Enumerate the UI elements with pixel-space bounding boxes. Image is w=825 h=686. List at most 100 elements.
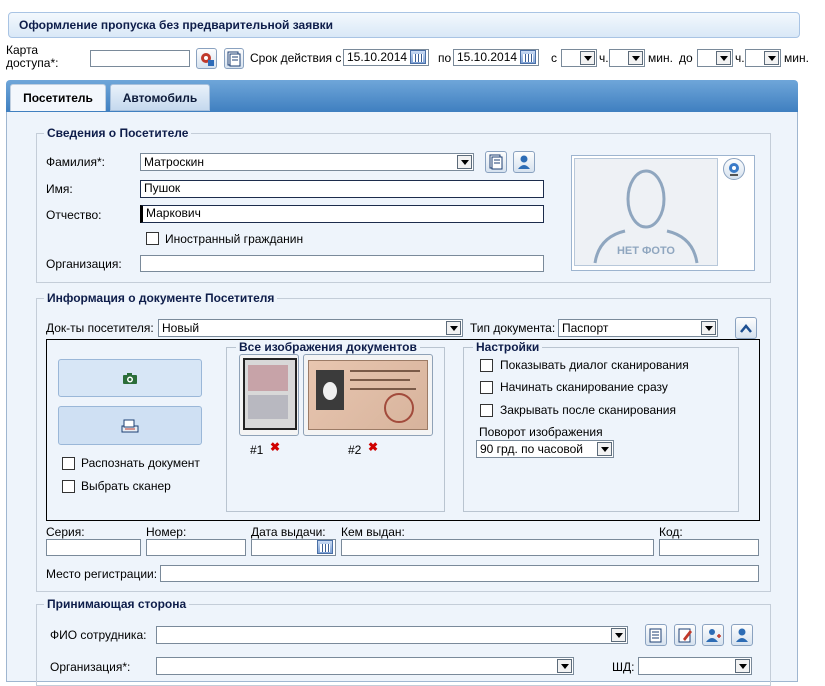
rotation-label: Поворот изображения [479,425,603,439]
foreign-label: Иностранный гражданин [165,232,304,246]
series-input[interactable] [46,539,141,556]
to-label: по [438,51,452,65]
surname-select[interactable]: Матроскин [140,153,474,171]
surname-label: Фамилия*: [46,155,105,169]
recognize-checkbox[interactable] [62,457,75,470]
images-legend: Все изображения документов [236,340,420,354]
minutes-label: мин. [648,51,673,65]
series-label: Серия: [46,525,85,539]
start-immediately-checkbox[interactable] [480,381,493,394]
scan-camera-button[interactable] [58,359,202,397]
number-label: Номер: [146,525,187,539]
chevron-down-icon [446,321,461,335]
shd-select[interactable] [638,657,752,675]
number-input[interactable] [146,539,246,556]
rotation-value: 90 грд. по часовой [480,442,583,456]
issued-by-input[interactable] [341,539,654,556]
calendar-icon[interactable] [520,50,536,64]
calendar-icon[interactable] [410,50,426,64]
org-label: Организация: [46,257,122,271]
org-input[interactable] [140,255,544,272]
to-hour-select[interactable] [697,49,733,67]
setting-label: Начинать сканирование сразу [500,380,668,394]
name-input[interactable]: Пушок [140,180,544,198]
doc-type-select[interactable]: Паспорт [558,319,718,337]
show-dialog-checkbox[interactable] [480,359,493,372]
host-org-label: Организация*: [50,660,131,674]
image-2-label: #2 [348,443,362,457]
document-thumbnail-1[interactable] [239,354,299,436]
scanner-button[interactable] [58,406,202,445]
issued-by-label: Кем выдан: [341,525,405,539]
foreign-checkbox[interactable] [146,232,159,245]
choose-scanner-label: Выбрать сканер [81,479,171,493]
chevron-down-icon [701,321,716,335]
host-org-select[interactable] [156,657,574,675]
choose-scanner-checkbox[interactable] [62,480,75,493]
to-minute-select[interactable] [745,49,781,67]
card-read-icon[interactable] [196,48,217,69]
calendar-icon[interactable] [317,540,333,554]
setting-label: Показывать диалог сканирования [500,358,689,372]
registration-label: Место регистрации: [46,567,158,581]
image-1-label: #1 [250,443,264,457]
list-icon[interactable] [645,624,667,646]
rotation-select[interactable]: 90 грд. по часовой [476,440,614,458]
person-icon[interactable] [731,624,753,646]
chevron-down-icon [628,51,643,65]
patronymic-label: Отчество: [46,208,102,222]
issue-date-label: Дата выдачи: [251,525,326,539]
code-input[interactable] [659,539,759,556]
document-thumbnail-2[interactable] [303,354,433,436]
photo-placeholder: НЕТ ФОТО [574,158,718,266]
employee-label: ФИО сотрудника: [50,628,147,642]
chevron-down-icon [580,51,595,65]
surname-value: Матроскин [144,155,204,169]
webcam-icon[interactable] [723,158,745,180]
document-legend: Информация о документе Посетителя [44,291,278,305]
from-hour-select[interactable] [561,49,597,67]
tab-bar: Посетитель Автомобиль [6,80,798,112]
docs-select[interactable]: Новый [158,319,463,337]
tab-visitor[interactable]: Посетитель [10,84,106,111]
settings-legend: Настройки [473,340,543,354]
no-photo-text: НЕТ ФОТО [616,245,675,257]
employee-select[interactable] [156,626,628,644]
card-input[interactable] [90,50,190,67]
collapse-up-icon[interactable] [735,317,757,339]
page-title: Оформление пропуска без предварительной … [19,18,333,32]
document-icon[interactable] [485,151,507,173]
card-label: Карта доступа*: [6,43,59,70]
minutes-label: мин. [784,51,809,65]
edit-icon[interactable] [674,624,696,646]
page-title-bar: Оформление пропуска без предварительной … [8,12,800,38]
name-label: Имя: [46,182,73,196]
hours-label: ч. [735,51,745,65]
doc-type-label: Тип документа: [470,321,556,335]
document-icon[interactable] [224,48,244,69]
scanner-icon [121,419,139,432]
chevron-down-icon [716,51,731,65]
tab-car[interactable]: Автомобиль [110,84,210,111]
shd-label: ШД: [612,660,635,674]
recognize-label: Распознать документ [81,456,200,470]
code-label: Код: [659,525,683,539]
close-after-checkbox[interactable] [480,404,493,417]
delete-icon[interactable]: ✖ [368,440,378,454]
chevron-down-icon [557,659,572,673]
add-user-icon[interactable] [702,624,724,646]
hours-label: ч. [599,51,609,65]
patronymic-input[interactable]: Маркович [140,205,544,223]
delete-icon[interactable]: ✖ [270,440,280,454]
chevron-down-icon [764,51,779,65]
validity-label: Срок действия с [250,51,342,65]
chevron-down-icon [597,442,612,456]
from-minute-select[interactable] [609,49,645,67]
chevron-down-icon [457,155,472,169]
photo-frame: НЕТ ФОТО [571,155,755,271]
setting-label: Закрывать после сканирования [500,403,676,417]
chevron-down-icon [611,628,626,642]
docs-value: Новый [162,321,200,335]
person-icon[interactable] [513,151,535,173]
registration-input[interactable] [160,565,759,582]
